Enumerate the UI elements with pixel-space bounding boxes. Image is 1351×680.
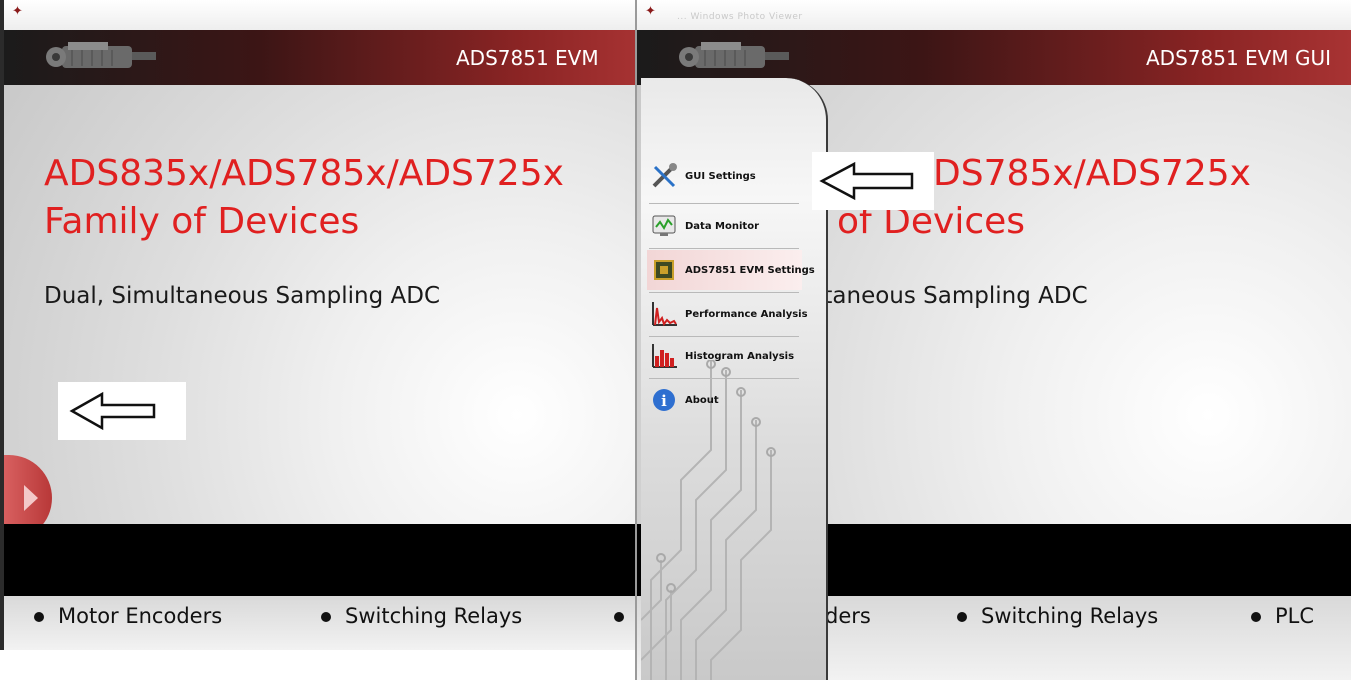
bullet-dot xyxy=(957,612,967,622)
menu-separator xyxy=(649,378,799,379)
svg-text:i: i xyxy=(661,392,667,410)
histogram-icon xyxy=(647,340,681,372)
left-header: ADS7851 EVM xyxy=(4,30,645,85)
application-item: PLC xyxy=(1251,604,1314,628)
device-description: ltaneous Sampling ADC xyxy=(817,283,1088,309)
left-titlebar: ✦ xyxy=(4,0,645,30)
bullet-dot xyxy=(1251,612,1261,622)
bullet-dot xyxy=(614,612,624,622)
menu-separator xyxy=(649,292,799,293)
application-item: Motor Encoders xyxy=(34,604,222,628)
menu-separator xyxy=(649,203,799,204)
window-title: ... Windows Photo Viewer xyxy=(677,12,803,22)
expand-arrow-icon xyxy=(24,485,38,511)
menu-item-histogram-analysis[interactable]: Histogram Analysis xyxy=(647,336,802,376)
annotation-arrow-box xyxy=(58,382,186,440)
bullet-dot xyxy=(321,612,331,622)
app-title: ADS7851 EVM xyxy=(456,46,599,70)
annotation-arrow-box xyxy=(812,152,934,210)
monitor-icon xyxy=(647,210,681,242)
menu-item-performance-analysis[interactable]: Performance Analysis xyxy=(647,294,808,334)
menu-item-gui-settings[interactable]: GUI Settings xyxy=(647,156,802,196)
right-window: ✦ ... Windows Photo Viewer ADS7851 EVM G… xyxy=(635,0,1351,680)
right-titlebar: ✦ ... Windows Photo Viewer xyxy=(637,0,1351,30)
menu-item-about[interactable]: i About xyxy=(647,380,802,420)
right-header: ADS7851 EVM GUI xyxy=(637,30,1351,85)
application-item: Switching Relays xyxy=(957,604,1158,628)
application-item: ders xyxy=(825,604,871,628)
menu-item-data-monitor[interactable]: Data Monitor xyxy=(647,206,802,246)
menu-separator xyxy=(649,248,799,249)
left-applications-bar: Motor Encoders Switching Relays xyxy=(4,596,645,650)
device-description: Dual, Simultaneous Sampling ADC xyxy=(44,283,441,309)
left-black-band xyxy=(4,524,645,596)
application-item: Switching Relays xyxy=(321,604,522,628)
bullet-dot xyxy=(34,612,44,622)
left-arrow-annotation-icon xyxy=(819,161,914,201)
left-window: ✦ ADS7851 EVM ADS835x/ADS785x/ADS725x Fa… xyxy=(0,0,645,650)
device-family-title: ADS835x/ADS785x/ADS725x xyxy=(44,153,564,194)
ti-logo-icon: ✦ xyxy=(645,4,656,19)
motor-image-icon xyxy=(679,42,789,68)
chip-icon xyxy=(647,254,681,286)
info-icon: i xyxy=(647,384,681,416)
app-title: ADS7851 EVM GUI xyxy=(1146,46,1331,70)
wrench-screwdriver-icon xyxy=(647,160,681,192)
device-family-subtitle: Family of Devices xyxy=(44,201,360,242)
ti-logo-icon: ✦ xyxy=(12,4,23,19)
left-content: ADS835x/ADS785x/ADS725x Family of Device… xyxy=(4,85,645,541)
motor-image-icon xyxy=(46,42,156,68)
spectrum-chart-icon xyxy=(647,298,681,330)
left-arrow-annotation-icon xyxy=(69,391,156,431)
menu-item-evm-settings[interactable]: ADS7851 EVM Settings xyxy=(647,250,815,290)
device-family-title: DS785x/ADS725x xyxy=(933,153,1251,194)
navigation-menu-panel: GUI Settings Data Monitor ADS7851 EVM Se… xyxy=(641,78,828,680)
